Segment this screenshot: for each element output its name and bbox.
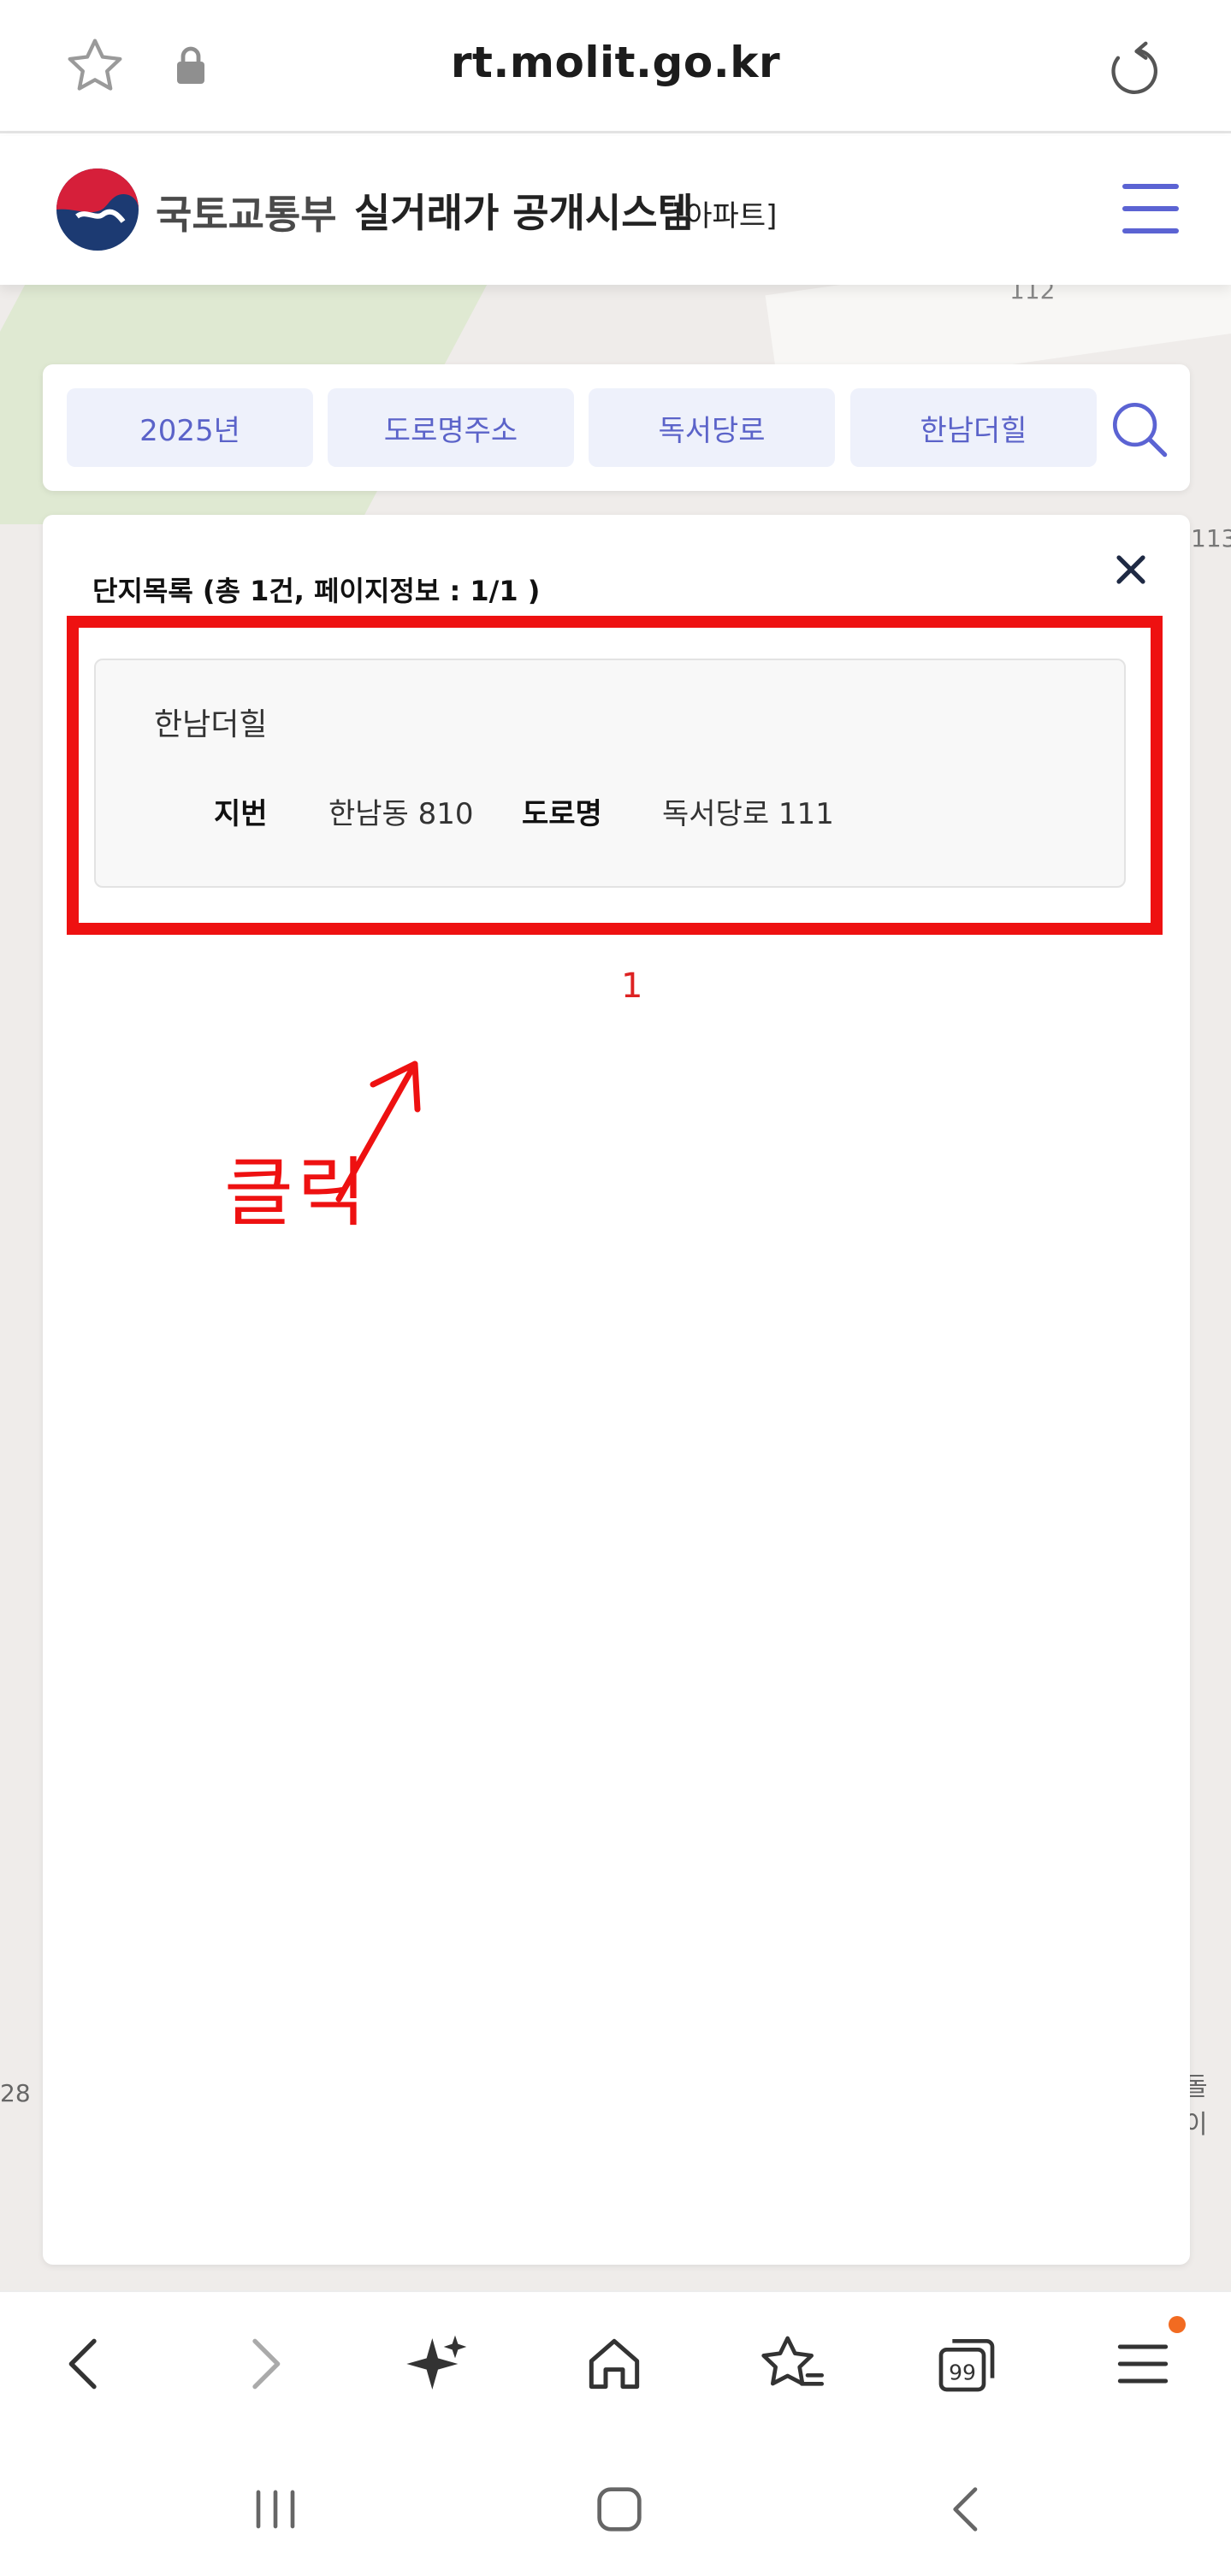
tabs-count: 99: [949, 2360, 976, 2384]
results-title: 단지목록 (총 1건, 페이지정보 : 1/1 ): [92, 575, 541, 607]
notification-dot: [1169, 2316, 1186, 2333]
road-chip[interactable]: 독서당로: [589, 388, 835, 467]
search-icon[interactable]: [1109, 399, 1169, 458]
system-nav-bar: [0, 2431, 1231, 2576]
browser-toolbar: 99: [0, 2290, 1231, 2431]
ministry-name: 국토교통부: [156, 192, 337, 238]
map-label: 112: [1009, 285, 1056, 304]
ai-sparkle-icon[interactable]: [404, 2330, 472, 2398]
bookmarks-icon[interactable]: [756, 2330, 825, 2398]
close-icon[interactable]: [1114, 552, 1148, 587]
annotation-text: 클릭: [224, 1149, 370, 1237]
map-label: 28: [0, 2079, 31, 2107]
complex-chip[interactable]: 한남더힐: [850, 388, 1097, 467]
menu-icon[interactable]: [1122, 184, 1179, 235]
results-panel: 단지목록 (총 1건, 페이지정보 : 1/1 ) 한남더힐 지번 한남동 81…: [43, 515, 1190, 2265]
year-chip[interactable]: 2025년: [67, 388, 313, 467]
menu-icon[interactable]: [1109, 2330, 1177, 2398]
recents-icon[interactable]: [241, 2475, 310, 2544]
emblem-icon[interactable]: [55, 167, 140, 252]
reload-icon[interactable]: [1104, 34, 1167, 97]
browser-address-bar: rt.molit.go.kr: [0, 0, 1231, 133]
back-icon[interactable]: [51, 2330, 120, 2398]
system-subtype: [아파트]: [674, 199, 778, 233]
system-title[interactable]: 실거래가 공개시스템: [354, 182, 694, 239]
tabs-icon[interactable]: 99: [932, 2330, 1001, 2398]
url-text[interactable]: rt.molit.go.kr: [0, 38, 1231, 87]
home-icon[interactable]: [580, 2330, 648, 2398]
back-nav-icon[interactable]: [932, 2475, 1001, 2544]
search-bar: 2025년 도로명주소 독서당로 한남더힐: [43, 364, 1190, 491]
map-label: 113: [1191, 524, 1231, 552]
page-number[interactable]: 1: [621, 966, 642, 1006]
map-label: 돌이: [1184, 2072, 1208, 2140]
address-type-chip[interactable]: 도로명주소: [328, 388, 574, 467]
forward-icon[interactable]: [229, 2330, 298, 2398]
site-header: 국토교통부 실거래가 공개시스템 [아파트]: [0, 136, 1231, 285]
highlight-box: [67, 616, 1163, 935]
home-button-icon[interactable]: [585, 2475, 654, 2544]
